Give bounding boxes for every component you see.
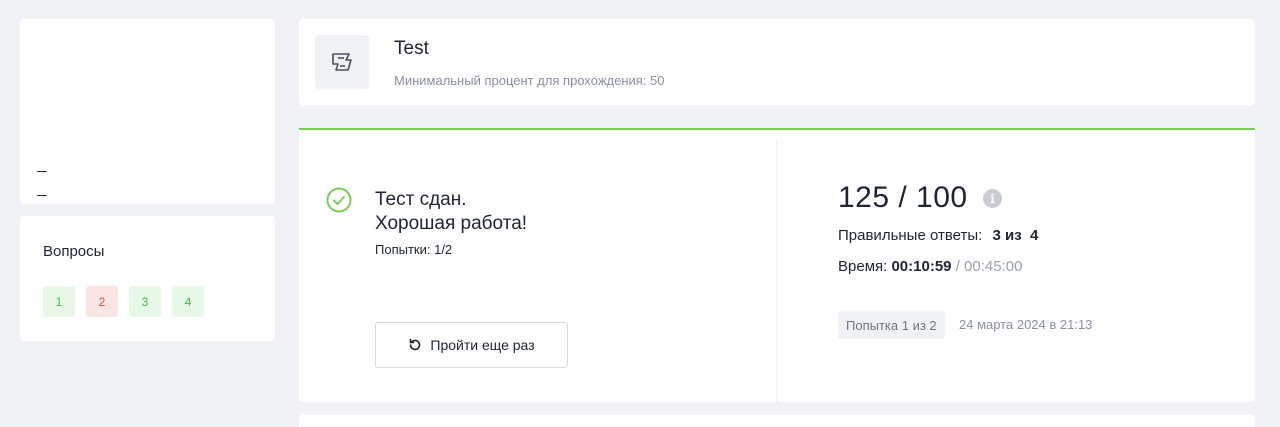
questions-title: Вопросы — [43, 243, 105, 260]
refresh-icon — [410, 338, 421, 351]
result-title-line-1: Тест сдан. — [375, 189, 467, 210]
result-divider — [776, 140, 777, 404]
time-label: Время: — [838, 258, 888, 275]
retry-label: Пройти еще раз — [430, 337, 535, 353]
attempt-badge: Попытка 1 из 2 — [838, 311, 945, 339]
profile-line-1 — [37, 171, 47, 172]
question-item-1[interactable]: 1 — [43, 286, 75, 317]
question-item-2[interactable]: 2 — [86, 286, 118, 317]
time-limit: / 00:45:00 — [955, 258, 1023, 275]
check-circle-icon — [326, 187, 352, 213]
result-title: Тест сдан. Хорошая работа! — [375, 188, 527, 236]
test-header: Test Минимальный процент для прохождения… — [299, 19, 1255, 105]
result-title-line-2: Хорошая работа! — [375, 213, 528, 234]
questions-list: 1 2 3 4 — [43, 286, 204, 317]
next-section-card — [299, 415, 1255, 427]
attempts-count: Попытки: 1/2 — [375, 242, 453, 257]
test-title: Test — [394, 38, 429, 59]
time-spent: Время: 00:10:59 / 00:45:00 — [838, 258, 1022, 275]
retry-button[interactable]: Пройти еще раз — [375, 322, 568, 368]
correct-answers-label: Правильные ответы: — [838, 227, 983, 244]
time-value: 00:10:59 — [891, 258, 952, 275]
correct-answers: Правильные ответы: 3 из 4 — [838, 227, 1038, 244]
result-card: Тест сдан. Хорошая работа! Попытки: 1/2 … — [299, 128, 1255, 404]
profile-line-2 — [37, 195, 47, 196]
test-subtitle: Минимальный процент для прохождения: 50 — [394, 73, 665, 88]
profile-card — [20, 19, 275, 204]
score-value: 125 / 100 — [838, 181, 968, 214]
question-item-4[interactable]: 4 — [172, 286, 204, 317]
correct-answers-value: 3 из 4 — [992, 227, 1039, 244]
questions-card: Вопросы 1 2 3 4 — [20, 216, 275, 341]
info-icon[interactable]: i — [983, 189, 1002, 208]
attempt-date: 24 марта 2024 в 21:13 — [959, 317, 1093, 332]
question-item-3[interactable]: 3 — [129, 286, 161, 317]
certificate-icon — [315, 35, 369, 89]
